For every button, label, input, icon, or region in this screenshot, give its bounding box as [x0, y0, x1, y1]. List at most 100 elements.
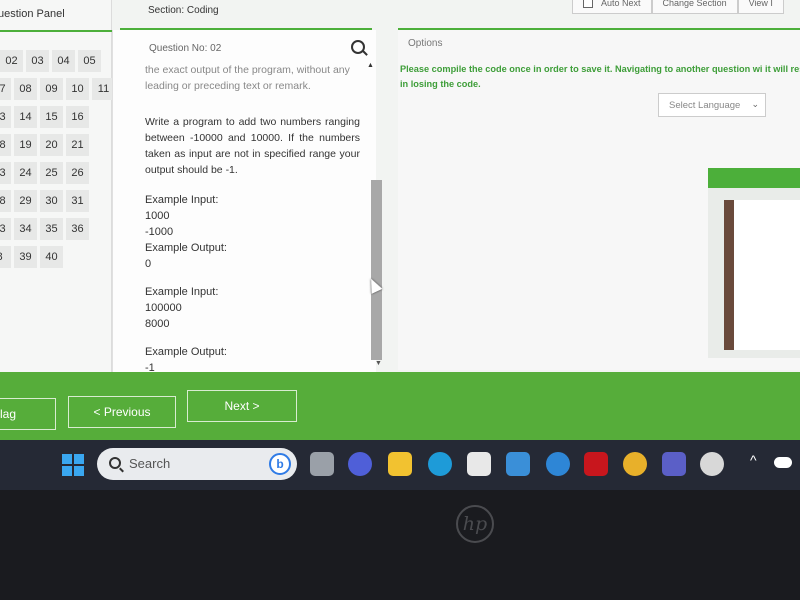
question-grid-row: 23242526	[0, 162, 115, 184]
chrome-profile-icon[interactable]	[700, 452, 724, 476]
question-number-button[interactable]: 31	[66, 190, 89, 212]
chrome-icon[interactable]	[623, 452, 647, 476]
question-number-button[interactable]: 05	[78, 50, 101, 72]
question-number-button[interactable]: 29	[14, 190, 37, 212]
example-input-label: Example Input:	[145, 286, 219, 298]
teams-icon[interactable]	[662, 452, 686, 476]
question-number: Question No: 02	[149, 43, 222, 54]
question-number-button[interactable]: 33	[0, 218, 11, 240]
language-select[interactable]: Select Language ⌄	[658, 93, 766, 117]
question-number-button[interactable]: 8	[0, 246, 11, 268]
webcam-panel	[708, 168, 800, 358]
question-number-button[interactable]: 14	[14, 106, 37, 128]
task-view-icon[interactable]	[310, 452, 334, 476]
change-section-button[interactable]: Change Section	[651, 0, 738, 14]
question-number-button[interactable]: 40	[40, 246, 63, 268]
question-grid-row: 33343536	[0, 218, 115, 240]
flag-button[interactable]: lag	[0, 398, 56, 430]
bottom-nav-bar: lag < Previous Next >	[0, 372, 800, 440]
question-number-button[interactable]: 20	[40, 134, 63, 156]
question-number-button[interactable]: 36	[66, 218, 89, 240]
language-select-value: Select Language	[669, 99, 741, 111]
question-number-button[interactable]: 25	[40, 162, 63, 184]
file-explorer-icon[interactable]	[388, 452, 412, 476]
question-number-button[interactable]: 02	[0, 50, 23, 72]
auto-next-toggle[interactable]: Auto Next	[572, 0, 652, 14]
question-number-button[interactable]: 35	[40, 218, 63, 240]
question-number-button[interactable]: 26	[66, 162, 89, 184]
search-icon	[109, 457, 121, 469]
question-number-button[interactable]: 24	[14, 162, 37, 184]
question-grid-row: 18192021	[0, 134, 115, 156]
example-output-label: Example Output:	[145, 242, 227, 254]
windows-start-icon[interactable]	[62, 454, 84, 476]
previous-button[interactable]: < Previous	[68, 396, 176, 428]
view-button[interactable]: View I	[737, 0, 784, 14]
webcam-edge	[724, 200, 734, 350]
options-panel: Options Please compile the code once in …	[398, 30, 800, 370]
question-number-button[interactable]: 30	[40, 190, 63, 212]
question-grid-row: 02 03 04 05	[0, 50, 115, 72]
question-number-button[interactable]: 18	[0, 134, 11, 156]
auto-next-label: Auto Next	[601, 0, 641, 8]
divider	[0, 30, 120, 32]
chevron-up-icon[interactable]: ^	[750, 452, 757, 468]
zoom-icon[interactable]	[351, 40, 365, 54]
example-input-value: 8000	[145, 318, 170, 330]
webcam-feed	[724, 200, 800, 350]
question-number-button[interactable]: 03	[26, 50, 49, 72]
example-input-value: 100000	[145, 302, 182, 314]
store-icon[interactable]	[467, 452, 491, 476]
question-instructions: the exact output of the program, without…	[145, 64, 350, 92]
compile-warning: Please compile the code once in order to…	[400, 64, 800, 89]
question-number-grid: 02030405 0708091011 13141516 18192021 232425…	[0, 50, 115, 274]
question-number-button[interactable]: 04	[52, 50, 75, 72]
question-grid-row: 28293031	[0, 190, 115, 212]
question-number-button[interactable]: 34	[14, 218, 37, 240]
question-number-button[interactable]: 15	[40, 106, 63, 128]
options-label: Options	[408, 38, 443, 49]
question-number-button[interactable]: 28	[0, 190, 11, 212]
bing-icon[interactable]: b	[269, 453, 291, 475]
mcafee-icon[interactable]	[584, 452, 608, 476]
question-number-button[interactable]: 21	[66, 134, 89, 156]
next-button[interactable]: Next >	[187, 390, 297, 422]
checkbox[interactable]	[583, 0, 593, 8]
question-panel: uestion Panel 02030405 0708091011 13141516…	[0, 0, 120, 390]
question-number-button[interactable]: 10	[66, 78, 89, 100]
question-number-button[interactable]: 16	[66, 106, 89, 128]
question-number-button[interactable]: 39	[14, 246, 37, 268]
example-input-label: Example Input:	[145, 194, 219, 206]
example-2: Example Input: 100000 8000 Example Outpu…	[145, 284, 360, 376]
question-panel-title: uestion Panel	[0, 8, 65, 20]
question-number-button[interactable]: 13	[0, 106, 11, 128]
example-1: Example Input: 1000 -1000 Example Output…	[145, 192, 360, 272]
example-input-value: -1000	[145, 226, 174, 238]
question-number-button[interactable]: 19	[14, 134, 37, 156]
question-number-button[interactable]: 08	[14, 78, 37, 100]
mylp-app-icon[interactable]	[506, 452, 530, 476]
question-content: Question No: 02 the exact output of the …	[112, 30, 382, 390]
question-number-button[interactable]: 07	[0, 78, 11, 100]
question-number-button[interactable]: 23	[0, 162, 11, 184]
example-output-label: Example Output:	[145, 346, 227, 358]
top-toolbar: Auto Next Change Section View I	[572, 0, 784, 14]
search-placeholder: Search	[129, 456, 171, 471]
scrollbar-thumb[interactable]	[371, 180, 382, 360]
example-output-value: 0	[145, 258, 152, 270]
question-number-button[interactable]: 09	[40, 78, 63, 100]
question-grid-row: 83940	[0, 246, 115, 268]
scroll-down-arrow-icon[interactable]: ▼	[375, 360, 382, 367]
hp-logo: hp	[456, 505, 494, 543]
taskbar: Search b ^	[0, 440, 800, 490]
question-body: Write a program to add two numbers rangi…	[145, 116, 360, 176]
edge-browser-icon[interactable]	[428, 452, 452, 476]
question-text: the exact output of the program, without…	[145, 62, 360, 376]
cloud-icon[interactable]	[774, 457, 792, 468]
exam-screen: uestion Panel 02030405 0708091011 13141516…	[0, 0, 800, 440]
help-icon[interactable]	[546, 452, 570, 476]
chat-icon[interactable]	[348, 452, 372, 476]
chevron-down-icon: ⌄	[751, 99, 759, 109]
taskbar-search[interactable]: Search b	[97, 448, 297, 480]
scroll-up-arrow-icon[interactable]: ▲	[367, 62, 374, 69]
